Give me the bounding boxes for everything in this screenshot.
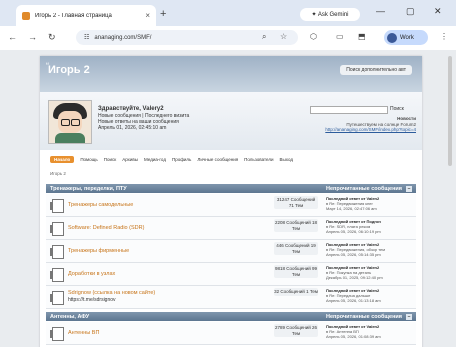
header-search-link[interactable]: Поиск дополнительно авт [340,65,412,75]
reload-icon[interactable]: ↻ [48,32,56,43]
menu-item-archive[interactable]: Архивы [122,157,138,162]
last-post-date: Декабрь 01, 2025, 09:12:40 pm [326,275,383,280]
user-search-button[interactable]: Поиск [390,106,404,112]
page-viewport: “ Игорь 2 Поиск дополнительно авт Здравс… [0,50,456,347]
close-window-icon[interactable]: ✕ [434,6,442,17]
tab-title: Игорь 2 - Главная страница [35,12,112,19]
news-box: Новости Путешествуем на солнце Forum2 ht… [310,116,416,133]
menu-item-logout[interactable]: Выход [280,157,293,162]
board-row: Software: Defined Radio (SDR) 2208 Сообщ… [46,217,416,240]
collapse-icon[interactable]: – [406,185,412,192]
user-search-input[interactable] [310,106,388,114]
menu-item-media[interactable]: Медиа-год [144,157,166,162]
back-icon[interactable]: ← [8,32,17,42]
board-last-post: Последний ответ от Valen2 в Re: Передвиж… [326,196,414,211]
menu-item-messages[interactable]: Личные сообщения [197,157,238,162]
board-stats: 32 Сообщений 1 Тем [274,288,318,296]
breadcrumb[interactable]: Игорь 2 [50,171,66,176]
site-info-icon[interactable]: ☷ [84,34,89,41]
url-text: ananaging.com/SMF/ [94,34,152,41]
category-title[interactable]: Тренажеры, переделки, ПТУ [50,186,127,192]
user-greeting: Здравствуйте, Valery2 [98,106,164,112]
board-row: Антенны ВП 2789 Сообщений 26 Тем Последн… [46,322,416,345]
board-icon [50,222,64,236]
extensions-icon[interactable]: ⬡ [310,32,317,41]
profile-label: Work [400,34,414,41]
forum-menu: Начало Помощь Поиск Архивы Медиа-год Про… [50,156,293,163]
unread-link[interactable]: Непрочитанные сообщения [326,186,402,192]
last-post-date: Апрель 05, 2026, 01:13:18 am [326,298,381,303]
board-icon [50,291,64,305]
board-title[interactable]: Sdrignow (ссылка на новом сайте) [68,290,155,296]
board-stats: 31247 Сообщений 71 Тем [274,196,318,209]
last-post-date: Март 14, 2026, 02:47:06 am [326,206,377,211]
board-row: Тренажеры самодельные 31247 Сообщений 71… [46,194,416,217]
category-header[interactable]: Тренажеры, переделки, ПТУ Непрочитанные … [46,184,416,193]
forum-container: “ Игорь 2 Поиск дополнительно авт Здравс… [40,56,422,347]
last-post-date: Апрель 05, 2026, 06:10:19 pm [326,229,381,234]
board-subtitle[interactable]: https://t.me/sdrsignov [68,297,116,303]
board-icon [50,327,64,341]
last-post-date: Апрель 05, 2026, 05:14:35 pm [326,252,381,257]
avatar [48,100,92,144]
minimize-icon[interactable]: — [376,6,385,16]
scrollbar[interactable] [448,56,452,166]
menu-item-home[interactable]: Начало [50,156,75,163]
unread-link[interactable]: Непрочитанные сообщения [326,314,402,320]
board-stats: 9818 Сообщений 99 Тем [274,265,318,278]
downloads-icon[interactable]: ⬒ [358,32,366,41]
news-link[interactable]: http://ananaging.com/SMF/index.php?topic… [310,127,416,133]
address-bar-row: ← → ↻ ☷ ananaging.com/SMF/ ⌕ ☆ ⬡ ▭ ⬒ Wor… [0,26,456,51]
maximize-icon[interactable]: ▢ [406,6,415,17]
board-row: Тренажеры фирменные 446 Сообщений 19 Тем… [46,240,416,263]
close-tab-icon[interactable]: × [145,11,150,20]
profile-button[interactable]: Work [384,30,428,45]
board-title[interactable]: Тренажеры фирменные [68,248,129,254]
forward-icon[interactable]: → [28,32,37,42]
forum-header: “ Игорь 2 Поиск дополнительно авт [40,56,422,92]
board-stats: 2789 Сообщений 26 Тем [274,324,318,337]
site-favicon-icon [22,11,30,20]
collapse-icon[interactable]: – [406,313,412,320]
user-panel: Здравствуйте, Valery2 Новые сообщения | … [40,92,422,150]
board-title[interactable]: Антенны ВП [68,330,99,336]
user-line-date: Апрель 01, 2026, 02:45:10 am [98,125,167,131]
new-tab-button[interactable]: + [160,8,166,20]
menu-item-members[interactable]: Пользователи [244,157,273,162]
menu-dots-icon[interactable]: ⋮ [440,32,448,41]
profile-avatar-icon [387,32,397,43]
board-icon [50,199,64,213]
board-stats: 446 Сообщений 19 Тем [274,242,318,255]
board-title[interactable]: Доработки в узлах [68,271,115,277]
bookmark-star-icon[interactable]: ☆ [280,32,287,41]
forum-title: Игорь 2 [48,64,90,76]
board-last-post: Последний ответ от Valen2 в Re: Антенна … [326,324,414,339]
board-title[interactable]: Тренажеры самодельные [68,202,133,208]
category-title[interactable]: Антенны, АФУ [50,314,89,320]
menu-item-help[interactable]: Помощь [80,157,97,162]
board-row: Доработки в узлах 9818 Сообщений 99 Тем … [46,263,416,286]
board-row: Sdrignow (ссылка на новом сайте) https:/… [46,286,416,309]
board-last-post: Последний ответ от Valen2 в Re: Передвиж… [326,242,414,257]
tab-search-icon[interactable]: ▭ [336,32,344,41]
board-last-post: Последний ответ от Valen2 в Re: Покупка … [326,265,414,280]
ask-gemini-button[interactable]: ✦ Ask Gemini [300,8,360,21]
board-icon [50,245,64,259]
browser-tab[interactable]: Игорь 2 - Главная страница × [16,5,156,26]
menu-item-search[interactable]: Поиск [104,157,116,162]
board-icon [50,268,64,282]
user-info: Здравствуйте, Valery2 Новые сообщения | … [98,106,189,131]
board-stats: 2208 Сообщений 18 Тем [274,219,318,232]
zoom-icon[interactable]: ⌕ [262,32,266,42]
board-last-post: Последний ответ от Подгон в Re: SDR, пла… [326,219,414,234]
board-last-post: Последний ответ от Valen2 в Re: Передача… [326,288,414,303]
last-post-date: Апрель 05, 2026, 01:08:39 am [326,334,381,339]
board-title[interactable]: Software: Defined Radio (SDR) [68,225,144,231]
browser-tabstrip: Игорь 2 - Главная страница × + ✦ Ask Gem… [0,0,456,26]
category-header[interactable]: Антенны, АФУ Непрочитанные сообщения – [46,312,416,321]
menu-item-profile[interactable]: Профиль [172,157,191,162]
